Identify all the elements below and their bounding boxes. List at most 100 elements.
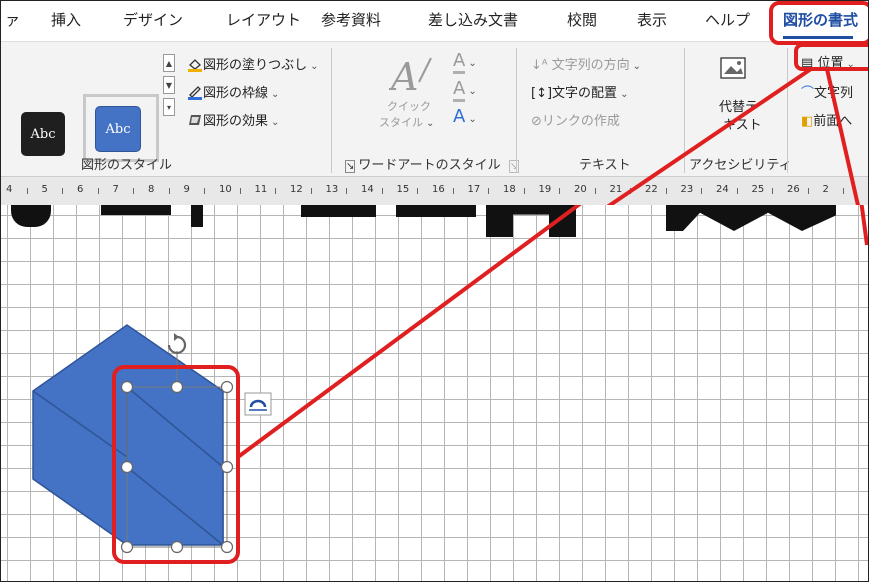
create-link-button[interactable]: ⊘リンクの作成 bbox=[531, 110, 620, 129]
pen-icon bbox=[187, 84, 203, 100]
dialog-launcher-icon-2[interactable]: ↘ bbox=[508, 160, 520, 173]
text-direction-icon: ↓ᴬ bbox=[531, 58, 548, 73]
tab-partial[interactable]: ァ bbox=[5, 9, 20, 30]
rotation-arrow-icon bbox=[174, 333, 179, 341]
tab-mailings[interactable]: 差し込み文書 bbox=[428, 9, 518, 30]
ruler-tick bbox=[133, 188, 135, 194]
position-button[interactable]: ▤ 位置 ⌄ bbox=[801, 52, 855, 71]
ruler-number: 21 bbox=[609, 184, 623, 195]
bring-forward-label: 前面へ bbox=[813, 114, 853, 129]
ruler-number: 26 bbox=[787, 184, 800, 195]
text-fill-icon: A bbox=[453, 50, 466, 74]
resize-handle[interactable] bbox=[120, 380, 134, 394]
ruler-tick bbox=[417, 188, 419, 194]
word-window: ァ 挿入 デザイン レイアウト 参考資料 差し込み文書 校閲 表示 ヘルプ 図形… bbox=[0, 0, 869, 582]
ruler-number: 19 bbox=[538, 184, 552, 195]
tab-references[interactable]: 参考資料 bbox=[321, 9, 381, 30]
ruler-number: 23 bbox=[680, 184, 694, 195]
svg-text:A: A bbox=[389, 55, 418, 96]
resize-handle[interactable] bbox=[220, 380, 234, 394]
resize-handle[interactable] bbox=[220, 460, 234, 474]
quick-styles-label-2-text: スタイル bbox=[379, 116, 423, 129]
tab-insert[interactable]: 挿入 bbox=[51, 9, 81, 30]
tab-view[interactable]: 表示 bbox=[637, 9, 667, 30]
ruler-number: 2 bbox=[822, 184, 829, 195]
ruler-tick bbox=[736, 188, 738, 194]
group-divider bbox=[684, 48, 685, 173]
tab-review[interactable]: 校閲 bbox=[567, 9, 597, 30]
document-canvas[interactable] bbox=[1, 205, 868, 581]
ruler-tick bbox=[97, 188, 99, 194]
tab-shape-format[interactable]: 図形の書式 bbox=[783, 9, 858, 30]
ruler-number: 20 bbox=[574, 184, 587, 195]
bring-forward-button[interactable]: ◧前面へ bbox=[801, 110, 852, 129]
group-label-accessibility: アクセシビリティ bbox=[689, 158, 792, 173]
horizontal-ruler[interactable]: 4 5 6 7 8 9 10 11 12 13 14 15 16 17 18 19 20 21 22 23 24 25 26… bbox=[1, 176, 868, 206]
ruler-number: 5 bbox=[41, 184, 48, 195]
create-link-label: リンクの作成 bbox=[541, 114, 620, 129]
alt-text-icon[interactable] bbox=[719, 54, 749, 84]
shape-effects-icon bbox=[187, 112, 203, 128]
ruler-tick bbox=[807, 188, 809, 194]
align-text-button[interactable]: [↕]文字の配置 ⌄ bbox=[531, 82, 628, 101]
ruler-tick bbox=[665, 188, 667, 194]
ribbon-tab-bar: ァ 挿入 デザイン レイアウト 参考資料 差し込み文書 校閲 表示 ヘルプ 図形… bbox=[1, 1, 868, 41]
group-divider bbox=[516, 48, 517, 173]
text-direction-button[interactable]: ↓ᴬ 文字列の方向 ⌄ bbox=[531, 54, 641, 73]
gallery-up-button[interactable]: ▲ bbox=[163, 54, 175, 72]
ruler-number: 8 bbox=[148, 184, 155, 195]
dialog-launcher-icon[interactable]: ↘ bbox=[345, 160, 356, 173]
position-icon: ▤ bbox=[801, 56, 814, 71]
resize-handle[interactable] bbox=[220, 540, 234, 554]
layout-options-button[interactable] bbox=[244, 392, 272, 416]
quick-styles-label-2[interactable]: スタイル ⌄ bbox=[379, 114, 434, 130]
shape-outline-button[interactable]: 図形の枠線 ⌄ bbox=[187, 82, 279, 101]
text-fill-button[interactable]: A ⌄ bbox=[453, 50, 477, 74]
tab-help[interactable]: ヘルプ bbox=[705, 9, 750, 30]
group-label-shape-styles: 図形のスタイル bbox=[81, 158, 173, 173]
ruler-tick bbox=[381, 188, 383, 194]
callout-line bbox=[236, 205, 582, 459]
ruler-tick bbox=[630, 188, 632, 194]
ruler-tick bbox=[843, 188, 845, 194]
resize-handle[interactable] bbox=[120, 540, 134, 554]
shape-effects-button[interactable]: 図形の効果 ⌄ bbox=[187, 110, 279, 129]
ruler-number: 22 bbox=[645, 184, 658, 195]
ruler-number: 7 bbox=[112, 184, 119, 195]
tab-layout[interactable]: レイアウト bbox=[226, 9, 301, 30]
ruler-tick bbox=[239, 188, 241, 194]
link-icon: ⊘ bbox=[531, 114, 542, 129]
resize-handle[interactable] bbox=[170, 380, 184, 394]
wordart-group-text: ワードアートのスタイル bbox=[358, 158, 501, 173]
quick-styles-icon[interactable]: A bbox=[389, 52, 433, 96]
ruler-number: 18 bbox=[503, 184, 516, 195]
group-divider bbox=[331, 48, 332, 173]
tab-design[interactable]: デザイン bbox=[123, 9, 183, 30]
shape-style-preset-blue[interactable]: Abc bbox=[95, 106, 141, 152]
ruler-number: 24 bbox=[716, 184, 729, 195]
ruler-number: 11 bbox=[254, 184, 268, 195]
wrap-text-button[interactable]: ⌒文字列 bbox=[801, 82, 853, 101]
shape-fill-button[interactable]: 図形の塗りつぶし ⌄ bbox=[187, 54, 319, 73]
text-outline-button[interactable]: A ⌄ bbox=[453, 78, 477, 102]
ruler-number: 14 bbox=[361, 184, 374, 195]
wrap-text-label: 文字列 bbox=[814, 86, 854, 101]
ruler-tick bbox=[62, 188, 64, 194]
gallery-down-button[interactable]: ▼ bbox=[163, 76, 175, 94]
align-text-label: 文字の配置 bbox=[552, 86, 618, 101]
text-effects-button[interactable]: A ⌄ bbox=[453, 106, 477, 127]
resize-handle[interactable] bbox=[170, 540, 184, 554]
rotation-handle-icon[interactable] bbox=[167, 335, 187, 355]
resize-handle[interactable] bbox=[120, 460, 134, 474]
ruler-tick bbox=[523, 188, 525, 194]
paint-bucket-icon bbox=[187, 56, 203, 72]
ruler-number: 25 bbox=[751, 184, 765, 195]
wrap-text-icon: ⌒ bbox=[801, 86, 815, 101]
shape-outline-label: 図形の枠線 bbox=[203, 86, 269, 101]
align-text-icon: [↕] bbox=[531, 86, 553, 101]
text-effects-icon: A bbox=[453, 106, 466, 127]
active-tab-indicator bbox=[783, 36, 853, 39]
shape-style-preset-dark[interactable]: Abc bbox=[21, 112, 65, 156]
shapes-layer bbox=[32, 205, 868, 564]
gallery-more-button[interactable]: ▾ bbox=[163, 98, 175, 116]
